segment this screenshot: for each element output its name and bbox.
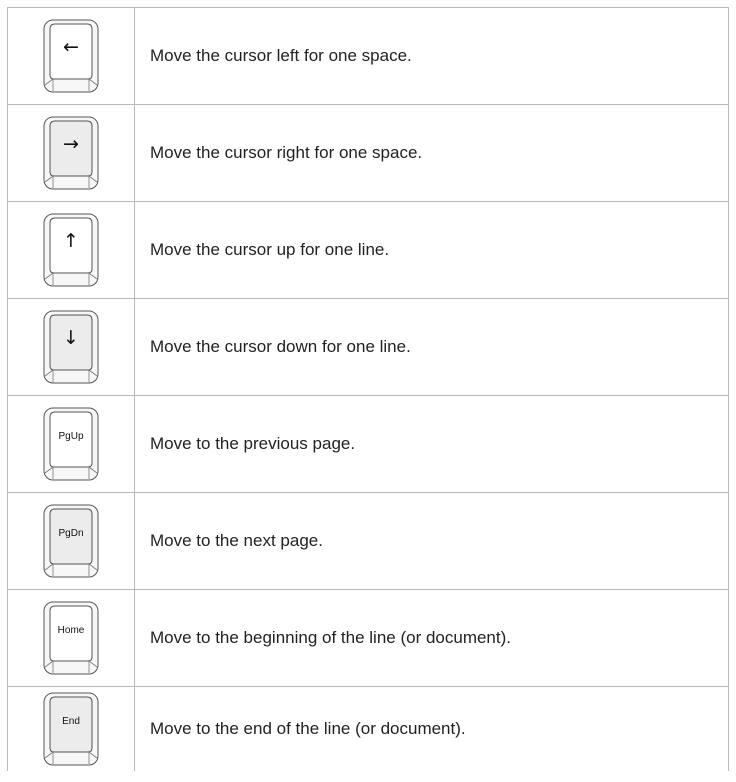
key-legend: PgDn: [58, 528, 84, 539]
key-row: End Move to the end of the line (or docum…: [7, 686, 729, 771]
key-legend: Home: [57, 625, 85, 636]
end-key-icon: End: [43, 692, 99, 766]
key-row: → Move the cursor right for one space.: [7, 104, 729, 202]
key-legend: ↓: [63, 327, 79, 349]
key-cell: ↓: [7, 298, 135, 396]
home-key-icon: Home: [43, 601, 99, 675]
key-row: ← Move the cursor left for one space.: [7, 7, 729, 105]
key-cell: PgDn: [7, 492, 135, 590]
key-description: Move the cursor left for one space.: [134, 7, 729, 105]
key-legend: →: [63, 133, 79, 155]
key-description: Move to the end of the line (or document…: [134, 686, 729, 771]
key-row: ↓ Move the cursor down for one line.: [7, 298, 729, 396]
pgdn-key-icon: PgDn: [43, 504, 99, 578]
key-function-table: ← Move the cursor left for one space. → Mo…: [7, 7, 729, 771]
key-row: ↑ Move the cursor up for one line.: [7, 201, 729, 299]
key-cell: →: [7, 104, 135, 202]
key-row: PgUp Move to the previous page.: [7, 395, 729, 493]
key-description: Move the cursor up for one line.: [134, 201, 729, 299]
key-cell: Home: [7, 589, 135, 687]
key-description: Move to the beginning of the line (or do…: [134, 589, 729, 687]
pgup-key-icon: PgUp: [43, 407, 99, 481]
key-description: Move to the next page.: [134, 492, 729, 590]
key-legend: ←: [63, 36, 79, 58]
key-row: PgDn Move to the next page.: [7, 492, 729, 590]
key-description: Move the cursor down for one line.: [134, 298, 729, 396]
key-description: Move the cursor right for one space.: [134, 104, 729, 202]
up-arrow-key-icon: ↑: [43, 213, 99, 287]
right-arrow-key-icon: →: [43, 116, 99, 190]
key-cell: End: [7, 686, 135, 771]
key-row: Home Move to the beginning of the line (o…: [7, 589, 729, 687]
key-cell: ↑: [7, 201, 135, 299]
key-description: Move to the previous page.: [134, 395, 729, 493]
key-legend: PgUp: [58, 431, 84, 442]
down-arrow-key-icon: ↓: [43, 310, 99, 384]
left-arrow-key-icon: ←: [43, 19, 99, 93]
key-cell: PgUp: [7, 395, 135, 493]
key-legend: ↑: [63, 230, 79, 252]
key-cell: ←: [7, 7, 135, 105]
key-legend: End: [62, 716, 80, 727]
